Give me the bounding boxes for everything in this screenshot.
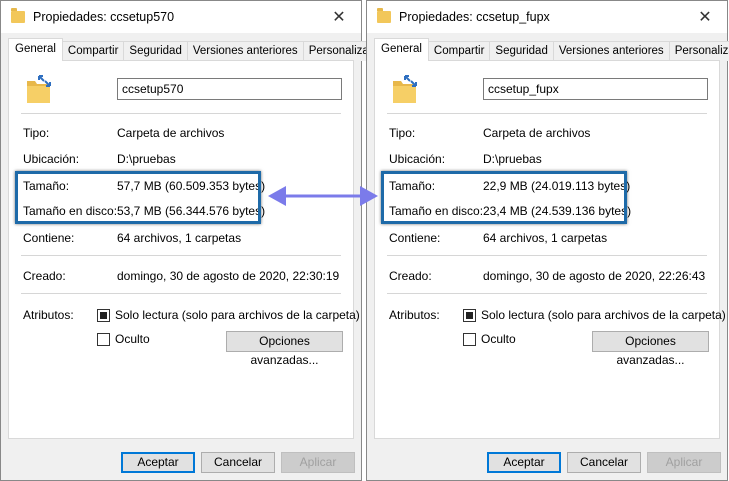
oculto-checkbox[interactable] [463, 333, 476, 346]
double-arrow-icon [268, 186, 378, 206]
advanced-options-button[interactable]: Opciones avanzadas... [592, 331, 709, 367]
creado-value: domingo, 30 de agosto de 2020, 22:26:43 [483, 269, 706, 283]
window-title: Propiedades: ccsetup570 [33, 10, 175, 24]
accept-button[interactable]: Aceptar [121, 452, 195, 473]
prop-creado: Creado: domingo, 30 de agosto de 2020, 2… [389, 269, 711, 285]
prop-creado: Creado: domingo, 30 de agosto de 2020, 2… [23, 269, 345, 285]
contiene-label: Contiene: [389, 231, 441, 245]
tab-seguridad[interactable]: Seguridad [489, 41, 554, 61]
tab-general[interactable]: General [374, 38, 429, 61]
window-title: Propiedades: ccsetup_fupx [399, 10, 550, 24]
properties-dialog-ccsetup570: Propiedades: ccsetup570 ✕ General Compar… [0, 0, 379, 481]
cancel-button[interactable]: Cancelar [201, 452, 275, 473]
shortcut-folder-icon [27, 75, 51, 103]
apply-button[interactable]: Aplicar [281, 452, 355, 473]
advanced-options-button[interactable]: Opciones avanzadas... [226, 331, 343, 367]
ubicacion-label: Ubicación: [23, 152, 80, 166]
size-highlight-box [15, 171, 261, 224]
ubicacion-value: D:\pruebas [117, 152, 176, 166]
title-bar[interactable]: Propiedades: ccsetup570 ✕ [1, 1, 361, 33]
prop-contiene: Contiene: 64 archivos, 1 carpetas [23, 231, 345, 247]
tab-seguridad[interactable]: Seguridad [123, 41, 188, 61]
folder-name-input[interactable] [483, 78, 708, 100]
tab-versiones-anteriores[interactable]: Versiones anteriores [186, 41, 304, 61]
tab-compartir[interactable]: Compartir [61, 41, 125, 61]
ubicacion-label: Ubicación: [389, 152, 446, 166]
folder-icon [377, 8, 391, 23]
tab-general[interactable]: General [8, 38, 63, 61]
solo-lectura-label: Solo lectura (solo para archivos de la c… [115, 308, 360, 322]
oculto-label: Oculto [115, 332, 150, 346]
tab-compartir[interactable]: Compartir [427, 41, 491, 61]
tipo-value: Carpeta de archivos [117, 126, 225, 140]
accept-button[interactable]: Aceptar [487, 452, 561, 473]
title-bar[interactable]: Propiedades: ccsetup_fupx ✕ [367, 1, 727, 33]
prop-tipo: Tipo: Carpeta de archivos [23, 126, 345, 142]
solo-lectura-checkbox[interactable] [463, 309, 476, 322]
divider [21, 255, 341, 256]
ubicacion-value: D:\pruebas [483, 152, 542, 166]
tipo-value: Carpeta de archivos [483, 126, 591, 140]
prop-contiene: Contiene: 64 archivos, 1 carpetas [389, 231, 711, 247]
properties-dialog-ccsetup-fupx: Propiedades: ccsetup_fupx ✕ General Comp… [366, 0, 729, 481]
cancel-button[interactable]: Cancelar [567, 452, 641, 473]
folder-name-input[interactable] [117, 78, 342, 100]
tab-personalizar[interactable]: Personalizar [668, 41, 729, 61]
prop-tipo: Tipo: Carpeta de archivos [389, 126, 711, 142]
tab-versiones-anteriores[interactable]: Versiones anteriores [552, 41, 670, 61]
oculto-checkbox[interactable] [97, 333, 110, 346]
solo-lectura-label: Solo lectura (solo para archivos de la c… [481, 308, 726, 322]
tipo-label: Tipo: [389, 126, 416, 140]
size-highlight-box [381, 171, 627, 224]
divider [387, 255, 707, 256]
contiene-value: 64 archivos, 1 carpetas [117, 231, 242, 245]
prop-ubicacion: Ubicación: D:\pruebas [23, 152, 345, 168]
atributos-label: Atributos: [389, 308, 440, 322]
divider [387, 293, 707, 294]
divider [21, 293, 341, 294]
general-panel: Tipo: Carpeta de archivos Ubicación: D:\… [8, 60, 360, 439]
shortcut-folder-icon [393, 75, 417, 103]
contiene-label: Contiene: [23, 231, 75, 245]
folder-icon [11, 8, 25, 23]
divider [21, 113, 341, 114]
tipo-label: Tipo: [23, 126, 50, 140]
apply-button[interactable]: Aplicar [647, 452, 721, 473]
tab-strip: General Compartir Seguridad Versiones an… [374, 38, 729, 61]
tab-strip: General Compartir Seguridad Versiones an… [8, 38, 379, 61]
prop-ubicacion: Ubicación: D:\pruebas [389, 152, 711, 168]
creado-value: domingo, 30 de agosto de 2020, 22:30:19 [117, 269, 340, 283]
close-button[interactable]: ✕ [317, 1, 361, 33]
contiene-value: 64 archivos, 1 carpetas [483, 231, 608, 245]
atributos-label: Atributos: [23, 308, 74, 322]
divider [387, 113, 707, 114]
creado-label: Creado: [23, 269, 66, 283]
creado-label: Creado: [389, 269, 432, 283]
general-panel: Tipo: Carpeta de archivos Ubicación: D:\… [374, 60, 726, 439]
close-button[interactable]: ✕ [683, 1, 727, 33]
solo-lectura-checkbox[interactable] [97, 309, 110, 322]
oculto-label: Oculto [481, 332, 516, 346]
